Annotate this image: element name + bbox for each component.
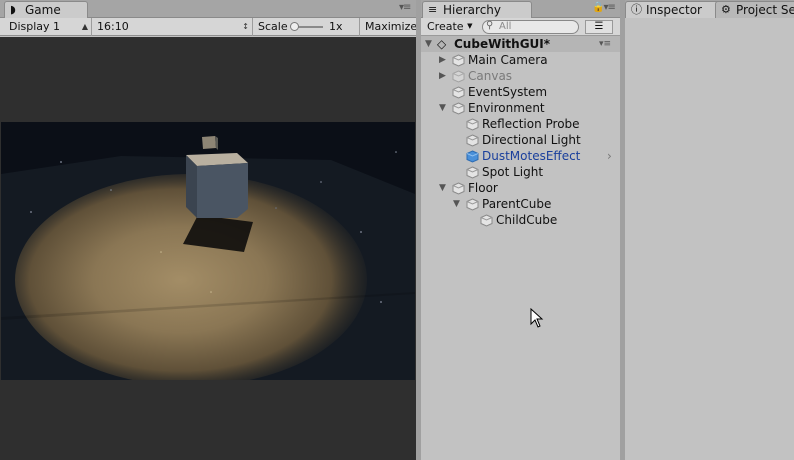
- game-viewport[interactable]: [1, 122, 415, 380]
- aspect-dropdown-label: 16:10: [97, 20, 129, 33]
- hierarchy-item-floor[interactable]: ▼ Floor: [421, 180, 620, 196]
- gameobject-cube-icon: [480, 214, 493, 227]
- tab-game[interactable]: ◗ Game: [4, 1, 88, 19]
- scene-menu-icon[interactable]: ▾≡: [599, 36, 611, 52]
- hierarchy-item-label: DustMotesEffect: [482, 149, 581, 163]
- hierarchy-item-spot-light[interactable]: Spot Light: [421, 164, 620, 180]
- game-scene-render: [1, 122, 415, 380]
- game-toolbar: Display 1 ▲ 16:10 ↕ Scale 1x Maximize: [0, 18, 418, 36]
- info-icon: ⓘ: [631, 3, 642, 16]
- hierarchy-item-parentcube[interactable]: ▼ ParentCube: [421, 196, 620, 212]
- hierarchy-item-label: ChildCube: [496, 213, 558, 227]
- hierarchy-item-dustmoteseffect[interactable]: DustMotesEffect ›: [421, 148, 620, 164]
- hierarchy-lock-menu-icon[interactable]: 🔒▾≡: [592, 2, 616, 13]
- scale-slider-thumb[interactable]: [290, 22, 299, 31]
- hierarchy-item-reflection-probe[interactable]: Reflection Probe: [421, 116, 620, 132]
- game-tabstrip: ◗ Game ▾≡: [0, 0, 416, 19]
- search-icon: ⚲: [486, 20, 494, 31]
- list-icon: ≡: [428, 3, 438, 16]
- create-button-label: Create: [427, 20, 464, 33]
- expand-arrow-icon[interactable]: ▶: [439, 68, 446, 84]
- scale-value: 1x: [329, 20, 343, 33]
- cube-front-face: [197, 163, 248, 218]
- game-controller-icon: ◗: [10, 3, 16, 16]
- hierarchy-toolbar: Create ▼ ⚲ All ☰: [421, 18, 620, 36]
- hierarchy-item-label: Main Camera: [468, 53, 548, 67]
- scene-header-row[interactable]: ▼ ◇ CubeWithGUI* ▾≡: [421, 36, 620, 52]
- gameobject-cube-icon: [466, 134, 479, 147]
- gameobject-cube-icon: [466, 198, 479, 211]
- hierarchy-item-eventsystem[interactable]: EventSystem: [421, 84, 620, 100]
- hierarchy-search-field[interactable]: ⚲ All: [482, 20, 579, 34]
- create-button[interactable]: Create ▼: [427, 20, 472, 35]
- inspector-panel: [625, 18, 794, 460]
- dropdown-arrows-icon: ↕: [242, 22, 249, 31]
- gameobject-cube-icon: [452, 70, 465, 83]
- hierarchy-item-label: Directional Light: [482, 133, 581, 147]
- hierarchy-item-childcube[interactable]: ChildCube: [421, 212, 620, 228]
- hierarchy-item-label: EventSystem: [468, 85, 548, 99]
- hierarchy-item-label: Canvas: [468, 69, 513, 83]
- hierarchy-item-label: Environment: [468, 101, 545, 115]
- scene-visibility-toggle-icon[interactable]: ☰: [585, 20, 613, 34]
- inspector-tabstrip: ⓘ Inspector ⚙ Project Se: [625, 0, 794, 19]
- display-dropdown-label: Display 1: [9, 20, 61, 33]
- dropdown-arrows-icon: ▲: [81, 22, 88, 31]
- tab-project-settings-label: Project Se: [736, 3, 794, 17]
- maximize-label: Maximize: [365, 20, 418, 33]
- hierarchy-tree: ▼ ◇ CubeWithGUI* ▾≡ ▶ Main Camera ▶ Canv…: [421, 36, 620, 460]
- expand-arrow-icon[interactable]: ▼: [439, 180, 446, 196]
- chevron-down-icon: ▼: [467, 22, 473, 30]
- tab-hierarchy[interactable]: ≡ Hierarchy: [422, 1, 532, 19]
- display-dropdown[interactable]: Display 1 ▲: [4, 18, 92, 36]
- gameobject-cube-icon: [452, 54, 465, 67]
- hierarchy-tabstrip: ≡ Hierarchy 🔒▾≡: [421, 0, 620, 19]
- search-placeholder: All: [499, 21, 512, 32]
- gameobject-cube-icon: [452, 102, 465, 115]
- tab-project-settings[interactable]: ⚙ Project Se: [715, 1, 794, 19]
- expand-arrow-icon[interactable]: ▶: [439, 52, 446, 68]
- child-cube: [202, 136, 216, 149]
- gameobject-cube-icon: [452, 182, 465, 195]
- expand-arrow-icon[interactable]: ▼: [425, 36, 432, 52]
- hierarchy-item-label: ParentCube: [482, 197, 552, 211]
- scene-name: CubeWithGUI*: [454, 37, 551, 51]
- gear-icon: ⚙: [721, 3, 731, 16]
- expand-arrow-icon[interactable]: ▼: [439, 100, 446, 116]
- scale-control: Scale 1x: [253, 18, 360, 36]
- tab-inspector-label: Inspector: [646, 3, 702, 17]
- unity-scene-icon: ◇: [437, 37, 447, 51]
- gameobject-cube-icon: [466, 118, 479, 131]
- hierarchy-item-directional-light[interactable]: Directional Light: [421, 132, 620, 148]
- gameobject-cube-icon: [466, 166, 479, 179]
- hierarchy-item-environment[interactable]: ▼ Environment: [421, 100, 620, 116]
- hierarchy-item-label: Reflection Probe: [482, 117, 580, 131]
- hierarchy-item-main-camera[interactable]: ▶ Main Camera: [421, 52, 620, 68]
- prefab-cube-icon: [466, 150, 479, 163]
- hierarchy-item-label: Floor: [468, 181, 498, 195]
- aspect-dropdown[interactable]: 16:10 ↕: [92, 18, 253, 36]
- hierarchy-item-label: Spot Light: [482, 165, 544, 179]
- maximize-on-play-button[interactable]: Maximize: [360, 18, 418, 36]
- tab-hierarchy-label: Hierarchy: [443, 3, 502, 17]
- mouse-cursor-icon: [530, 308, 544, 328]
- hierarchy-item-canvas[interactable]: ▶ Canvas: [421, 68, 620, 84]
- scale-label: Scale: [258, 20, 288, 33]
- gameobject-cube-icon: [452, 86, 465, 99]
- game-panel-menu-icon[interactable]: ▾≡: [399, 2, 411, 13]
- expand-arrow-icon[interactable]: ▼: [453, 196, 460, 212]
- chevron-right-icon[interactable]: ›: [607, 148, 612, 164]
- tab-game-label: Game: [25, 3, 61, 17]
